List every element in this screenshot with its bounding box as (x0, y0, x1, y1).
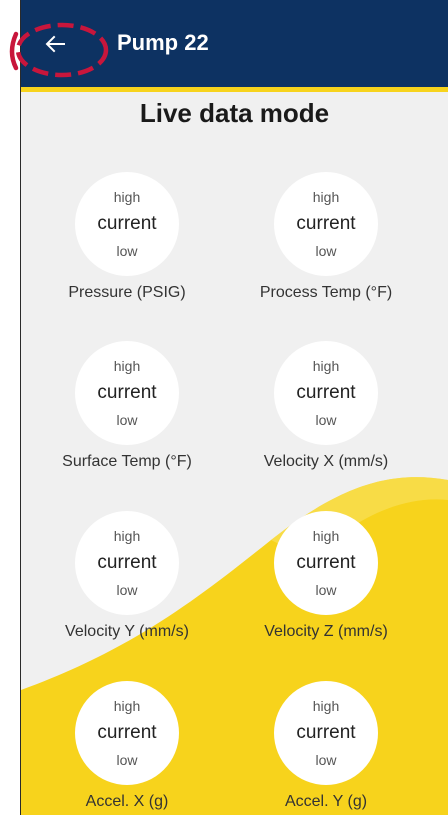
gauge-velocity-z[interactable]: high current low Velocity Z (mm/s) (226, 511, 426, 661)
gauge-label: Process Temp (°F) (259, 284, 393, 301)
gauge-velocity-y[interactable]: high current low Velocity Y (mm/s) (27, 511, 227, 661)
gauge-label: Velocity Y (mm/s) (65, 623, 189, 640)
gauge-circle: high current low (75, 172, 179, 276)
gauge-high: high (312, 698, 340, 714)
gauge-circle: high current low (274, 681, 378, 785)
gauge-low: low (116, 243, 138, 259)
gauge-current: current (296, 213, 356, 234)
gauge-high: high (113, 189, 141, 205)
gauge-process-temp[interactable]: high current low Process Temp (°F) (226, 172, 426, 322)
gauge-circle: high current low (75, 511, 179, 615)
gauge-circle: high current low (75, 681, 179, 785)
gauge-low: low (315, 243, 337, 259)
gauge-low: low (315, 582, 337, 598)
gauge-velocity-x[interactable]: high current low Velocity X (mm/s) (226, 341, 426, 491)
gauge-surface-temp[interactable]: high current low Surface Temp (°F) (27, 341, 227, 491)
gauge-high: high (113, 528, 141, 544)
gauge-current: current (97, 382, 157, 403)
gauge-current: current (296, 382, 356, 403)
gauge-circle: high current low (274, 172, 378, 276)
gauge-circle: high current low (274, 341, 378, 445)
gauge-accel-y[interactable]: high current low Accel. Y (g) (226, 681, 426, 815)
app-screen: Pump 22 Live data mode high current low … (21, 0, 448, 815)
frame-margin (0, 0, 21, 815)
gauge-low: low (116, 752, 138, 768)
gauge-label: Velocity X (mm/s) (263, 453, 389, 470)
page-title: Pump 22 (117, 30, 209, 55)
back-button[interactable] (37, 26, 73, 62)
gauge-circle: high current low (274, 511, 378, 615)
gauge-low: low (116, 412, 138, 428)
gauge-high: high (312, 358, 340, 374)
gauge-low: low (315, 412, 337, 428)
gauge-label: Velocity Z (mm/s) (264, 623, 388, 640)
gauge-current: current (97, 213, 157, 234)
gauge-current: current (296, 722, 356, 743)
gauge-low: low (315, 752, 337, 768)
gauge-label: Accel. Y (g) (284, 793, 368, 810)
gauge-current: current (296, 552, 356, 573)
gauge-label: Pressure (PSIG) (68, 284, 186, 301)
gauge-high: high (113, 698, 141, 714)
gauge-circle: high current low (75, 341, 179, 445)
gauge-pressure[interactable]: high current low Pressure (PSIG) (27, 172, 227, 322)
gauge-current: current (97, 722, 157, 743)
gauge-high: high (312, 528, 340, 544)
gauge-label: Accel. X (g) (85, 793, 169, 810)
gauge-high: high (113, 358, 141, 374)
arrow-left-icon (45, 35, 65, 53)
mode-heading: Live data mode (139, 98, 330, 128)
gauge-low: low (116, 582, 138, 598)
app-bar: Pump 22 (21, 0, 448, 87)
gauge-current: current (97, 552, 157, 573)
gauge-label: Surface Temp (°F) (62, 453, 192, 470)
header-accent-bar (21, 87, 448, 92)
gauge-high: high (312, 189, 340, 205)
gauge-accel-x[interactable]: high current low Accel. X (g) (27, 681, 227, 815)
